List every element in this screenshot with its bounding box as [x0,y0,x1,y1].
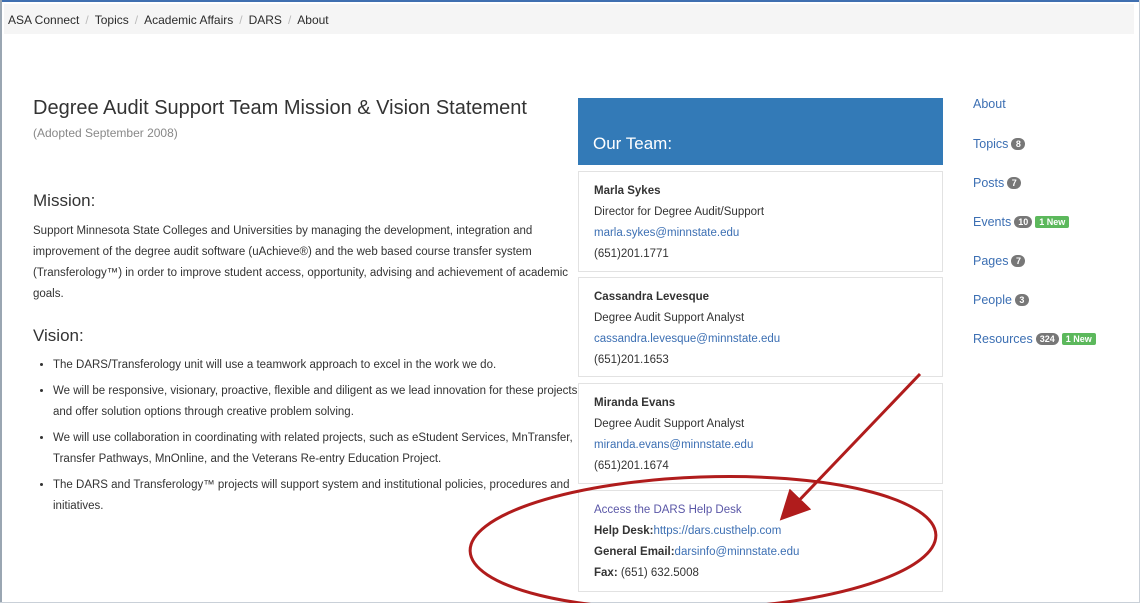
sidebar-item-label: About [973,97,1006,111]
team-member-card: Marla Sykes Director for Degree Audit/Su… [578,171,943,272]
count-badge: 7 [1011,255,1026,267]
mission-heading: Mission: [33,191,96,210]
help-desk-card: Access the DARS Help Desk Help Desk:http… [578,490,943,592]
vision-item: We will be responsive, visionary, proact… [53,381,578,423]
member-title: Degree Audit Support Analyst [594,418,745,430]
count-badge: 7 [1007,177,1022,189]
member-email-link[interactable]: miranda.evans@minnstate.edu [594,439,753,451]
team-member-card: Cassandra Levesque Degree Audit Support … [578,277,943,377]
count-badge: 3 [1014,294,1029,306]
general-email-link[interactable]: darsinfo@minnstate.edu [675,546,800,558]
window-left-border [0,0,2,603]
sidebar-item-label: Resources [973,332,1033,346]
sidebar-item-label: Topics [973,137,1009,151]
breadcrumb-separator: / [239,13,243,27]
count-badge: 10 [1014,216,1033,228]
adopted-date: (Adopted September 2008) [33,126,178,140]
mission-text: Support Minnesota State Colleges and Uni… [33,225,569,300]
sidebar-item-label: Posts [973,176,1005,190]
new-badge: 1 New [1061,333,1096,345]
vision-item: The DARS and Transferology™ projects wil… [53,475,578,517]
breadcrumb-separator: / [85,13,89,27]
breadcrumb: ASA Connect / Topics / Academic Affairs … [4,4,1134,34]
breadcrumb-dars[interactable]: DARS [249,13,282,27]
sidebar-item-people[interactable]: People 3 [973,293,1029,307]
help-desk-link[interactable]: Access the DARS Help Desk [594,504,742,516]
member-phone: (651)201.1653 [594,354,669,366]
member-phone: (651)201.1674 [594,460,669,472]
help-desk-url-link[interactable]: https://dars.custhelp.com [653,525,781,537]
help-desk-label: Help Desk: [594,525,654,537]
sidebar-item-pages[interactable]: Pages 7 [973,254,1026,268]
our-team-header: Our Team: [578,98,943,165]
member-name: Marla Sykes [594,185,661,197]
new-badge: 1 New [1035,216,1070,228]
team-member-card: Miranda Evans Degree Audit Support Analy… [578,383,943,484]
mission-vision-content: Degree Audit Support Team Mission & Visi… [33,97,577,512]
sidebar-item-label: Events [973,215,1012,229]
count-badge: 8 [1011,138,1026,150]
member-name: Miranda Evans [594,397,676,409]
sidebar-item-resources[interactable]: Resources 324 1 New [973,332,1096,346]
member-email-link[interactable]: cassandra.levesque@minnstate.edu [594,333,780,345]
page-title: Degree Audit Support Team Mission & Visi… [33,97,527,119]
sidebar-item-label: Pages [973,254,1009,268]
breadcrumb-asa-connect[interactable]: ASA Connect [8,13,79,27]
member-name: Cassandra Levesque [594,291,710,303]
general-email-label: General Email: [594,546,675,558]
sidebar-item-topics[interactable]: Topics 8 [973,137,1026,151]
sidebar-item-posts[interactable]: Posts 7 [973,176,1022,190]
fax-number: (651) 632.5008 [617,567,699,579]
window-top-border [0,0,1140,2]
member-email-link[interactable]: marla.sykes@minnstate.edu [594,227,739,239]
fax-label: Fax: [594,567,618,579]
vision-heading: Vision: [33,326,84,345]
member-title: Degree Audit Support Analyst [594,312,745,324]
vision-item: The DARS/Transferology unit will use a t… [53,355,578,376]
breadcrumb-academic-affairs[interactable]: Academic Affairs [144,13,233,27]
sidebar-item-about[interactable]: About [973,97,1006,111]
count-badge: 324 [1035,333,1059,345]
sidebar-item-label: People [973,293,1012,307]
breadcrumb-about[interactable]: About [297,13,328,27]
breadcrumb-topics[interactable]: Topics [95,13,129,27]
member-title: Director for Degree Audit/Support [594,206,765,218]
breadcrumb-separator: / [134,13,139,27]
member-phone: (651)201.1771 [594,248,669,260]
sidebar-item-events[interactable]: Events 10 1 New [973,215,1070,229]
vision-list: The DARS/Transferology unit will use a t… [33,355,578,522]
breadcrumb-separator: / [287,13,292,27]
vision-item: We will use collaboration in coordinatin… [53,428,578,470]
